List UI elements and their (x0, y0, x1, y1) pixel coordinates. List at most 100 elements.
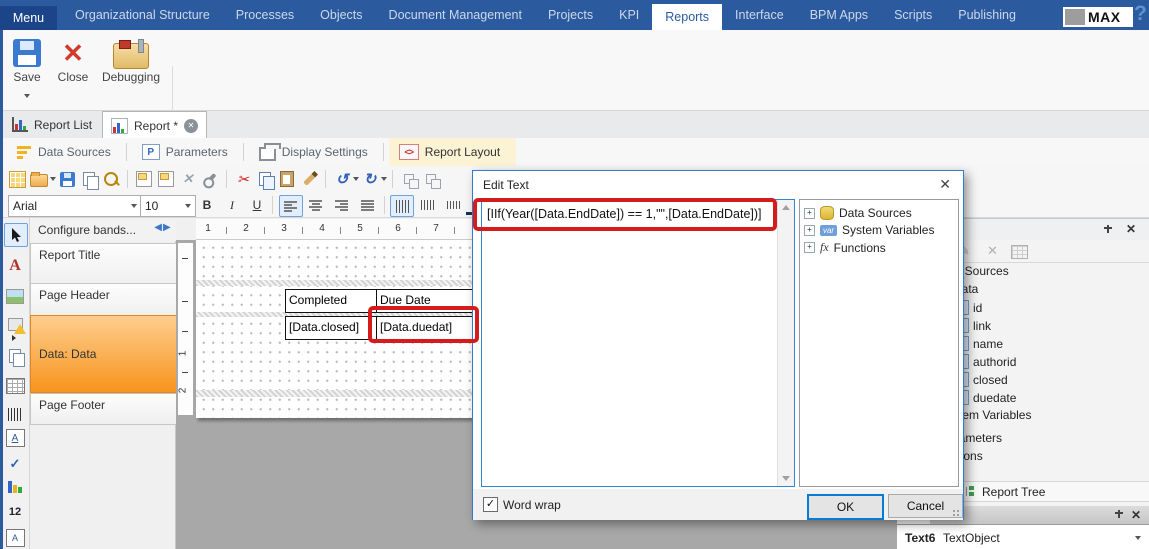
valign-bottom-button[interactable] (442, 195, 464, 215)
data-closed-cell[interactable]: [Data.closed] (285, 316, 381, 340)
delete-page-button[interactable]: ✕ (178, 169, 198, 189)
tab-report-list[interactable]: Report List (4, 111, 100, 138)
word-wrap-checkbox[interactable]: ✓ (483, 497, 498, 512)
nav-scripts[interactable]: Scripts (881, 0, 945, 30)
redo-dropdown-icon[interactable] (381, 177, 387, 181)
display-settings-view-button[interactable]: Display Settings (249, 138, 378, 166)
save-button[interactable]: Save (4, 36, 50, 101)
page-setup-button[interactable] (200, 169, 220, 189)
band-report-title[interactable]: Report Title (30, 243, 185, 287)
close-button[interactable]: ✕ Close (50, 36, 96, 84)
nav-objects[interactable]: Objects (307, 0, 375, 30)
shape-tool-button[interactable] (4, 313, 26, 335)
preview-button[interactable] (101, 169, 121, 189)
object-selector[interactable]: Text6 TextObject (897, 524, 1149, 549)
size-to-grid-button[interactable] (421, 169, 441, 189)
ok-button[interactable]: OK (807, 494, 884, 520)
help-icon[interactable]: ? (1134, 2, 1147, 26)
nav-interface[interactable]: Interface (722, 0, 797, 30)
bold-button[interactable]: B (196, 195, 218, 215)
dialog-close-icon[interactable]: ✕ (939, 176, 951, 193)
copy-button[interactable] (255, 169, 275, 190)
valign-center-button[interactable] (416, 195, 438, 215)
pin-icon[interactable] (1103, 224, 1112, 235)
resize-grip[interactable] (952, 509, 961, 518)
redo-button[interactable]: ↻ (360, 169, 380, 189)
format-painter-button[interactable] (299, 169, 319, 189)
tree-field-duedate[interactable]: duedate (956, 390, 1016, 405)
panel-close-icon[interactable]: ✕ (1131, 508, 1141, 522)
italic-button[interactable]: I (221, 195, 243, 215)
dialog-tree-data-sources[interactable]: + Data Sources (804, 206, 912, 220)
save-report-button[interactable] (57, 169, 77, 189)
subreport-tool-button[interactable] (4, 345, 26, 367)
parameters-view-button[interactable]: P Parameters (132, 138, 238, 166)
rich-text-tool-button[interactable]: A (4, 427, 26, 449)
scroll-up-icon[interactable] (782, 205, 790, 210)
dialog-tree-system-variables[interactable]: + var System Variables (804, 223, 934, 237)
tree-field-authorid[interactable]: authorid (956, 354, 1016, 369)
tab-report-active[interactable]: Report * ✕ (102, 111, 208, 139)
nav-bpm-apps[interactable]: BPM Apps (797, 0, 881, 30)
font-name-select[interactable]: Arial (8, 195, 142, 217)
page-number-tool-button[interactable]: 12 (4, 501, 26, 523)
checkbox-tool-button[interactable]: ✓ (4, 453, 26, 475)
debugging-button[interactable]: Debugging (98, 36, 164, 84)
band-data-selected[interactable]: Data: Data (30, 315, 185, 393)
expression-textarea[interactable]: [IIf(Year([Data.EndDate]) == 1,"",[Data.… (481, 199, 795, 487)
tab-close-icon[interactable]: ✕ (184, 118, 199, 133)
undo-button[interactable]: ↺ (332, 169, 352, 189)
report-layout-view-button[interactable]: <> Report Layout (388, 138, 517, 166)
new-page-button[interactable] (134, 169, 154, 189)
paste-button[interactable] (277, 169, 297, 189)
open-report-button[interactable] (29, 169, 49, 189)
barcode-tool-button[interactable] (4, 403, 26, 425)
undo-dropdown-icon[interactable] (353, 177, 359, 181)
nav-reports-active[interactable]: Reports (652, 4, 723, 30)
new-band-button[interactable] (156, 169, 176, 189)
expand-icon[interactable]: + (804, 207, 815, 219)
pin-icon[interactable] (1114, 509, 1123, 520)
scroll-down-icon[interactable] (782, 476, 790, 481)
nav-processes[interactable]: Processes (223, 0, 307, 30)
collapse-bands-icon[interactable]: ◀▶ (150, 222, 176, 233)
data-text-tool-button[interactable]: A (4, 527, 26, 549)
table-tool-button[interactable] (4, 375, 26, 397)
textarea-scrollbar[interactable] (777, 200, 794, 486)
align-to-grid-button[interactable] (399, 169, 419, 189)
underline-button[interactable]: U (246, 195, 268, 215)
nav-projects[interactable]: Projects (535, 0, 606, 30)
expand-icon[interactable]: + (804, 242, 815, 253)
nav-publishing[interactable]: Publishing (945, 0, 1029, 30)
object-dropdown-icon[interactable] (1135, 536, 1141, 540)
shape-flyout-icon[interactable] (12, 335, 16, 341)
font-size-select[interactable]: 10 (140, 195, 196, 217)
picture-tool-button[interactable] (4, 285, 26, 307)
data-sources-view-button[interactable]: Data Sources (6, 138, 121, 166)
nav-organizational-structure[interactable]: Organizational Structure (62, 0, 223, 30)
expand-icon[interactable]: + (804, 224, 815, 236)
preview-pages-button[interactable] (79, 169, 99, 190)
view-data-icon[interactable] (1011, 245, 1028, 259)
chart-tool-button[interactable] (4, 475, 26, 497)
delete-icon[interactable]: ✕ (987, 243, 998, 259)
dialog-tree-functions[interactable]: + fx Functions (804, 240, 886, 255)
band-page-footer[interactable]: Page Footer (30, 393, 185, 425)
align-justify-button[interactable] (357, 195, 379, 215)
menu-button[interactable]: Menu (0, 6, 57, 30)
panel-close-icon[interactable]: ✕ (1126, 222, 1136, 236)
select-tool-button[interactable] (4, 223, 28, 247)
new-report-button[interactable] (7, 169, 27, 189)
align-left-button[interactable] (279, 195, 303, 217)
save-dropdown-icon[interactable] (24, 94, 30, 98)
cut-button[interactable]: ✂ (233, 169, 253, 189)
nav-kpi[interactable]: KPI (606, 0, 652, 30)
valign-top-button[interactable] (390, 195, 414, 217)
align-center-button[interactable] (305, 195, 327, 215)
nav-document-management[interactable]: Document Management (376, 0, 535, 30)
completed-header-cell[interactable]: Completed (285, 289, 381, 313)
band-page-header[interactable]: Page Header (30, 283, 185, 319)
open-dropdown-icon[interactable] (50, 177, 56, 181)
text-tool-button[interactable]: A (4, 255, 26, 277)
align-right-button[interactable] (331, 195, 353, 215)
